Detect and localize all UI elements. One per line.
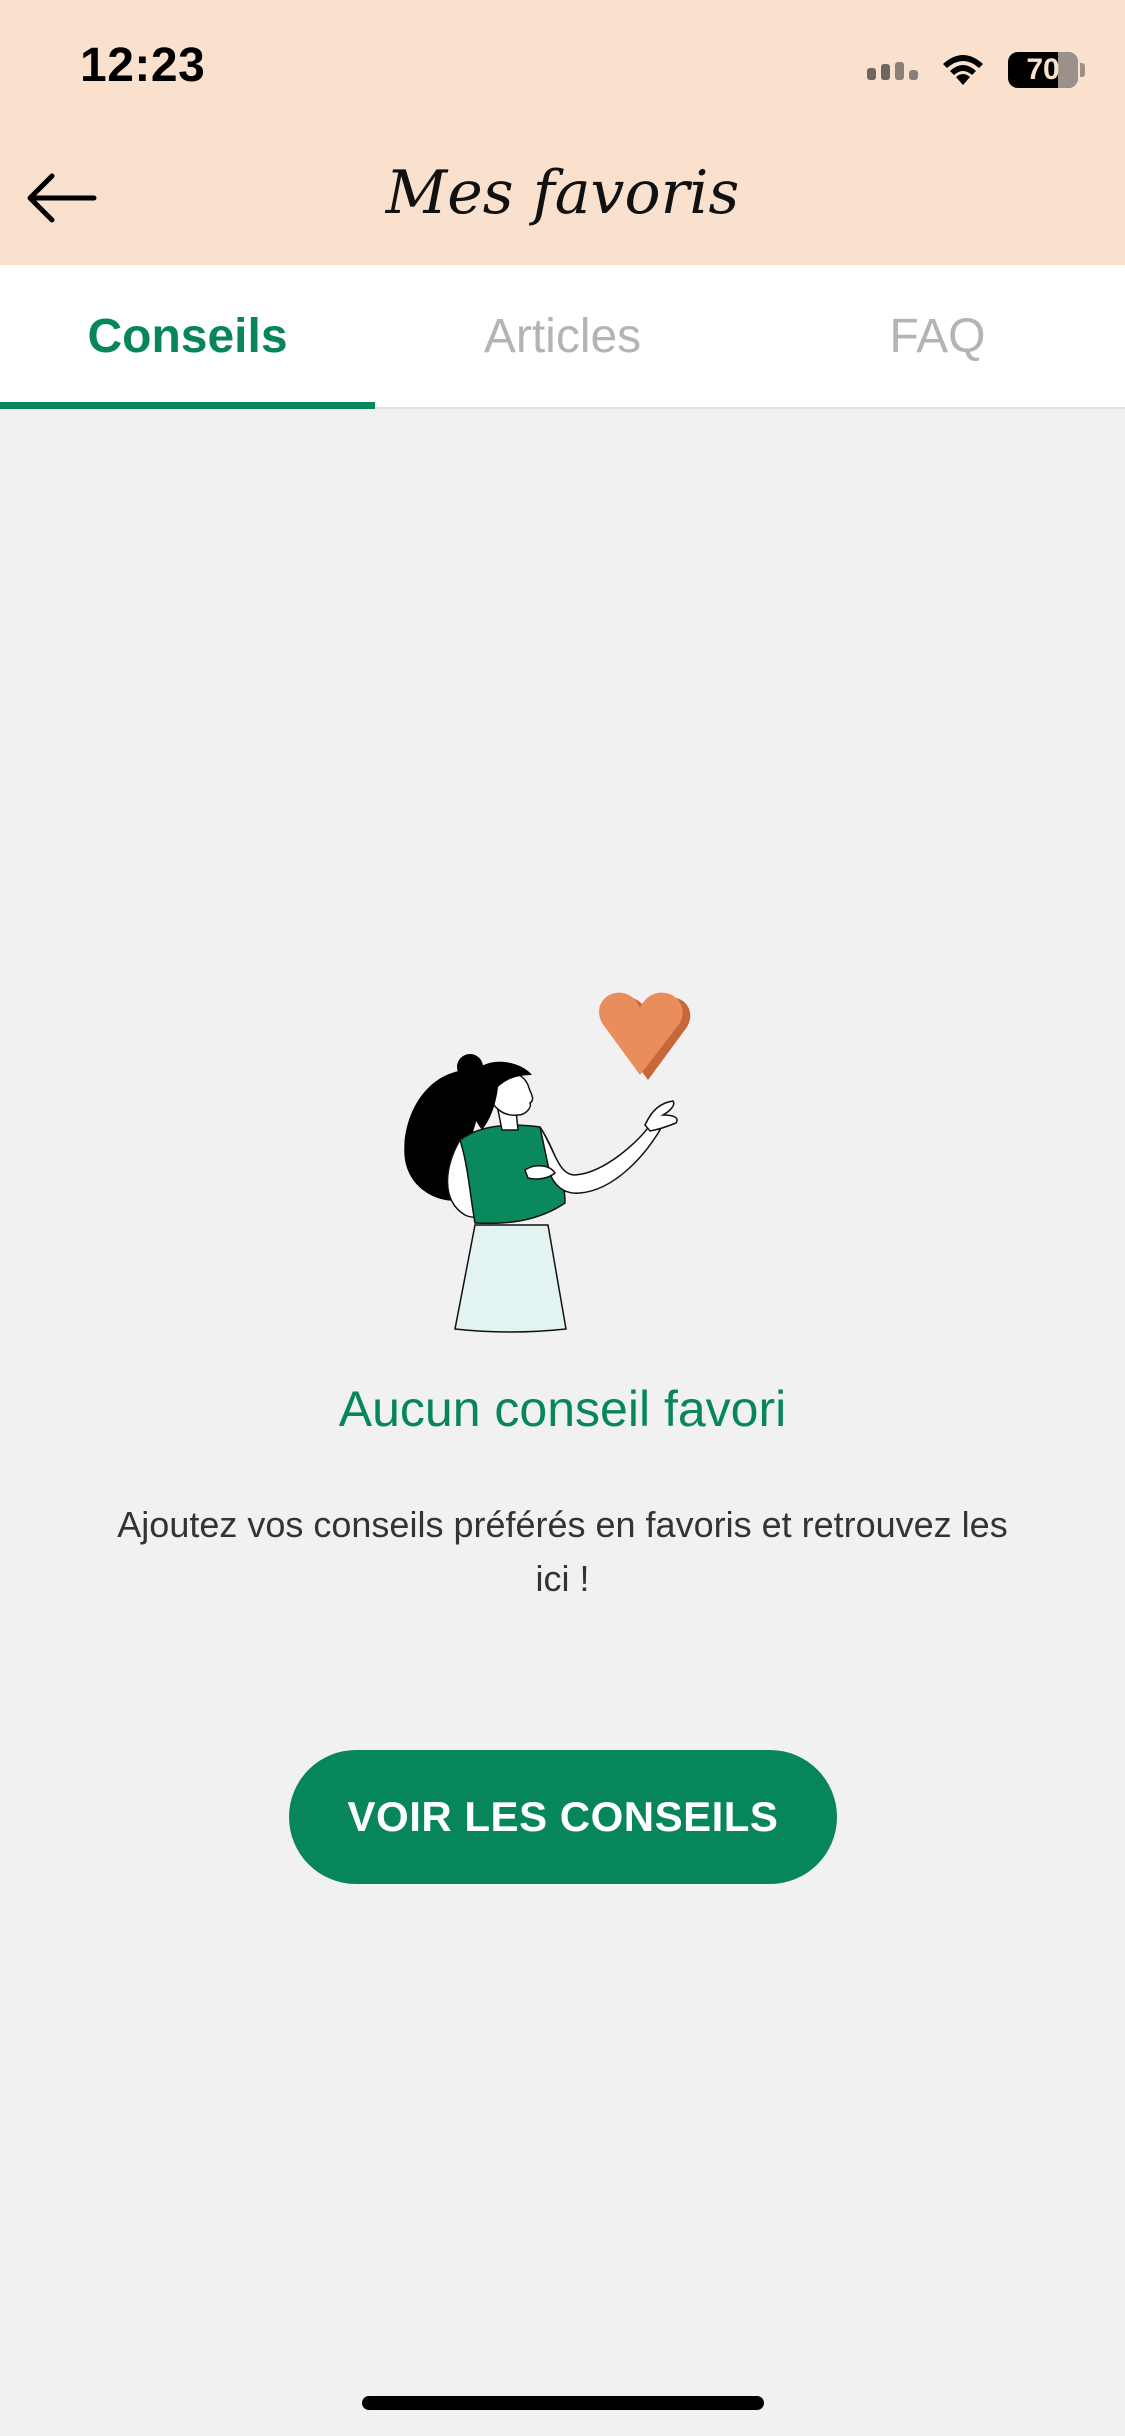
button-label: VOIR LES CONSEILS (347, 1793, 779, 1840)
status-time: 12:23 (80, 39, 206, 92)
tab-label: Conseils (87, 309, 288, 363)
tab-conseils[interactable]: Conseils (0, 265, 375, 409)
battery-level: 70 (1026, 53, 1060, 86)
signal-icon (867, 60, 918, 80)
header: 12:23 70 Mes favoris (0, 0, 1125, 265)
tab-faq[interactable]: FAQ (750, 265, 1125, 407)
status-icons: 70 (867, 48, 1085, 92)
heart-icon (599, 992, 691, 1080)
tab-articles[interactable]: Articles (375, 265, 750, 407)
tab-label: FAQ (889, 309, 986, 363)
woman-holding-heart-illustration (404, 992, 691, 1333)
tab-bar: Conseils Articles FAQ (0, 265, 1125, 409)
empty-state-title: Aucun conseil favori (338, 1381, 787, 1437)
screen: 12:23 70 Mes favoris Conseils Articles F… (0, 0, 1125, 2436)
home-indicator[interactable] (362, 2396, 764, 2410)
empty-state-text: Ajoutez vos conseils préférés en favoris… (117, 1504, 1008, 1599)
tab-label: Articles (483, 309, 642, 363)
battery-indicator: 70 (1008, 52, 1085, 88)
voir-les-conseils-button[interactable]: VOIR LES CONSEILS (289, 1750, 837, 1884)
wifi-icon (943, 55, 983, 85)
battery-icon: 70 (1008, 52, 1078, 88)
page-title: Mes favoris (385, 158, 740, 228)
